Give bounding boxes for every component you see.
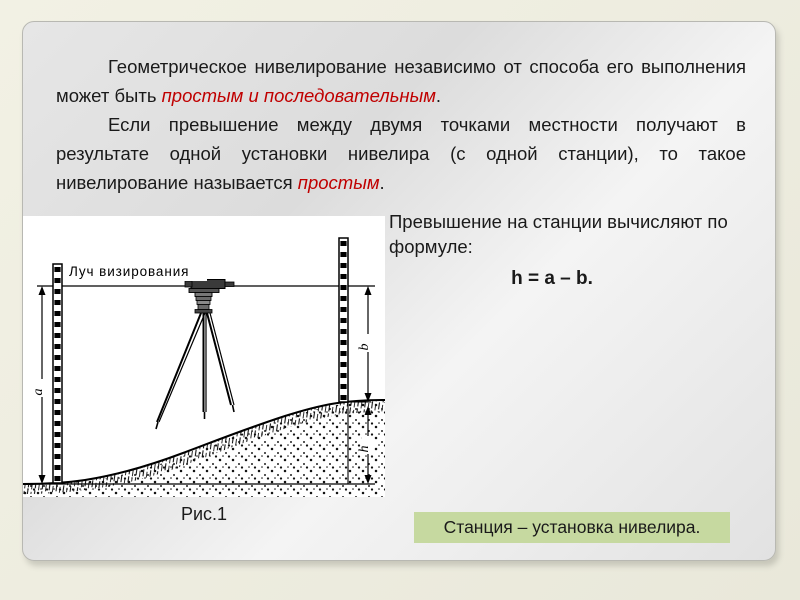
figure-caption: Рис.1: [180, 504, 228, 524]
prose-block: Геометрическое нивелирование независимо …: [56, 52, 746, 197]
formula-expression: h = a – b.: [511, 268, 593, 289]
content-panel: Геометрическое нивелирование независимо …: [22, 21, 776, 561]
formula-intro-text: Превышение на станции вычисляют по форму…: [389, 211, 728, 257]
paragraph-two-text-before: Если превышение между двумя точками мест…: [56, 114, 746, 193]
station-definition-callout: Станция – установка нивелира.: [414, 512, 730, 543]
dimension-a-text: a: [31, 389, 46, 396]
left-leveling-staff: [52, 263, 63, 484]
paragraph-one: Геометрическое нивелирование независимо …: [56, 52, 746, 110]
dimension-b-label: b: [357, 344, 372, 351]
sight-line-label: Луч визирования: [69, 264, 189, 279]
paragraph-one-text-after: .: [435, 85, 442, 106]
formula-block: Превышение на станции вычисляют по форму…: [389, 209, 759, 290]
paragraph-two: Если превышение между двумя точками мест…: [56, 110, 746, 197]
slide-canvas: Геометрическое нивелирование независимо …: [0, 0, 800, 600]
paragraph-two-emphasis: простым: [297, 172, 380, 193]
paragraph-two-text-after: .: [379, 172, 385, 193]
right-leveling-staff: [338, 237, 349, 403]
leveling-diagram-figure: a a b h: [23, 216, 385, 497]
paragraph-one-emphasis: простым и последовательным: [161, 85, 436, 106]
station-definition-text: Станция – установка нивелира.: [443, 517, 701, 537]
dimension-h-label: h: [357, 446, 372, 453]
leveling-diagram-svg: a a b h: [23, 216, 385, 497]
